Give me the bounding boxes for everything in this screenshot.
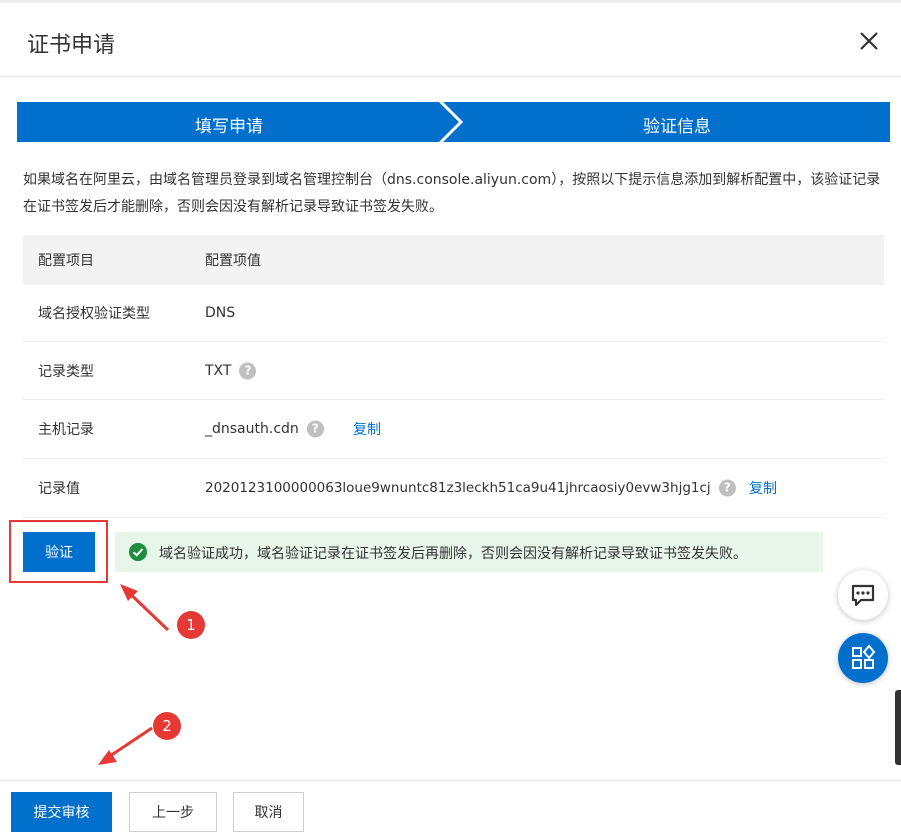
annotation-arrows: [98, 584, 170, 765]
apps-icon: [852, 644, 876, 669]
chat-icon: [851, 584, 875, 607]
side-scroll-handle[interactable]: [895, 690, 901, 765]
annotation-badge-1: 1: [177, 611, 205, 639]
previous-step-button[interactable]: 上一步: [129, 792, 217, 832]
chat-button[interactable]: [838, 570, 888, 620]
annotation-badge-2: 2: [153, 712, 181, 740]
apps-button[interactable]: [838, 633, 888, 683]
cancel-button[interactable]: 取消: [233, 792, 304, 832]
submit-review-button[interactable]: 提交审核: [11, 792, 112, 832]
dialog-footer: 提交审核 上一步 取消: [0, 780, 901, 835]
